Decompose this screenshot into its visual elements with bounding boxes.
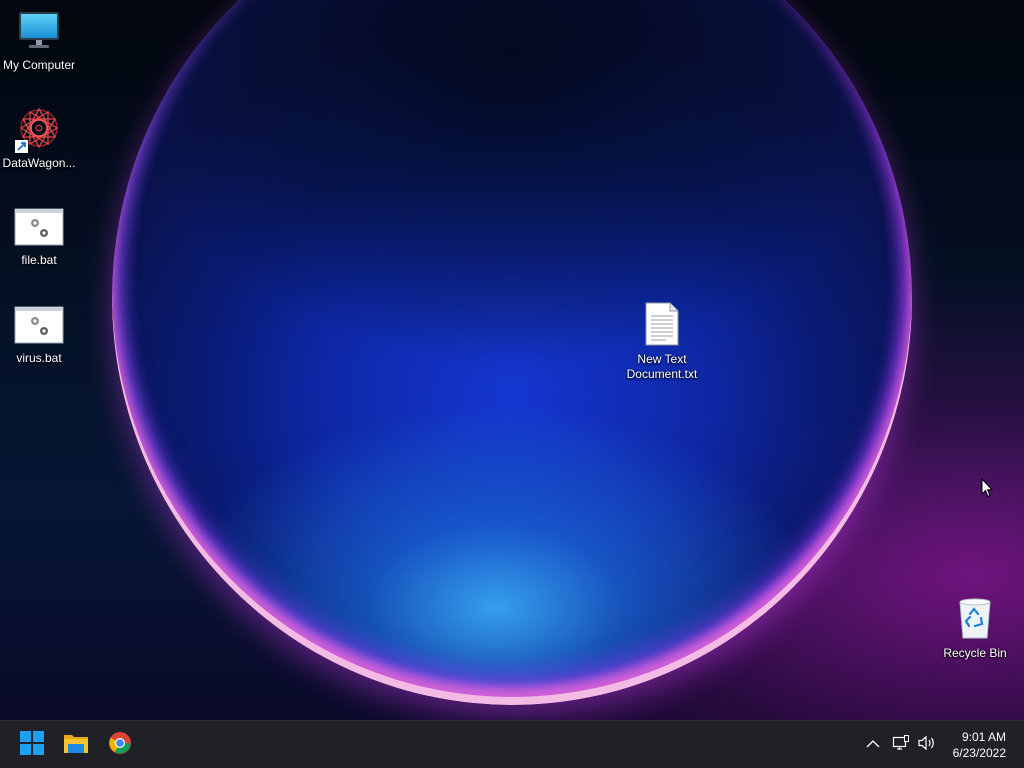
datawagon-shortcut-icon — [15, 106, 63, 154]
taskbar: 9:01 AM 6/23/2022 — [0, 720, 1024, 768]
batch-file-icon — [0, 207, 79, 251]
desktop-wallpaper: My Computer DataWagon... file.bat virus.… — [0, 0, 1024, 720]
desktop-icon-my-computer[interactable]: My Computer — [0, 10, 79, 73]
folder-icon — [63, 732, 89, 759]
clock[interactable]: 9:01 AM 6/23/2022 — [953, 729, 1006, 761]
file-explorer-button[interactable] — [58, 727, 94, 763]
desktop-icon-label: My Computer — [2, 58, 76, 72]
chrome-button[interactable] — [102, 727, 138, 763]
desktop-icon-datawagon[interactable]: DataWagon... — [0, 106, 79, 171]
desktop-icon-label-line1: New Text — [637, 352, 687, 366]
volume-icon — [917, 735, 937, 756]
windows-start-icon — [20, 730, 44, 760]
network-button[interactable] — [890, 721, 912, 768]
desktop-icon-virus-bat[interactable]: virus.bat — [0, 305, 79, 366]
clock-date: 6/23/2022 — [952, 746, 1006, 760]
desktop-icon-recycle-bin[interactable]: Recycle Bin — [935, 596, 1015, 661]
desktop-icon-label: virus.bat — [16, 351, 62, 365]
batch-file-icon — [0, 305, 79, 349]
chevron-up-icon — [866, 736, 880, 754]
desktop-icon-label: DataWagon... — [2, 156, 76, 170]
desktop-icon-label: Recycle Bin — [943, 646, 1007, 660]
tray-overflow-button[interactable] — [862, 721, 884, 768]
volume-button[interactable] — [915, 721, 939, 768]
start-button[interactable] — [14, 727, 50, 763]
desktop-icon-label: file.bat — [21, 253, 57, 267]
desktop-icon-file-bat[interactable]: file.bat — [0, 207, 79, 268]
desktop-icon-new-text-document[interactable]: New Text Document.txt — [622, 302, 702, 382]
clock-time: 9:01 AM — [961, 730, 1006, 744]
recycle-bin-icon — [935, 596, 1015, 644]
network-icon — [892, 734, 910, 756]
desktop-icon-label-line2: Document.txt — [626, 367, 698, 381]
text-document-icon — [622, 302, 702, 350]
mouse-cursor-icon — [981, 477, 994, 503]
monitor-icon — [0, 10, 79, 56]
chrome-icon — [108, 731, 132, 760]
